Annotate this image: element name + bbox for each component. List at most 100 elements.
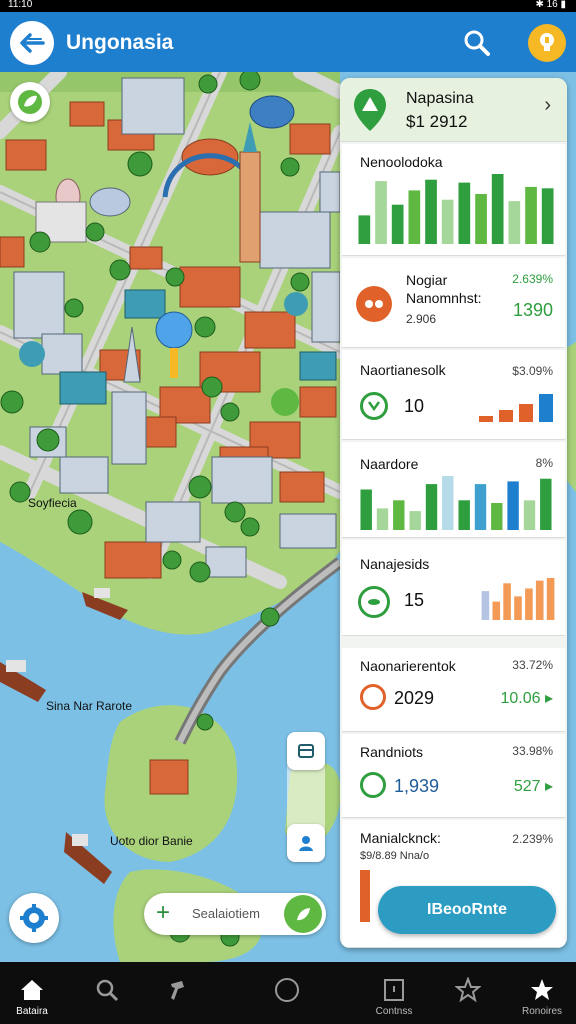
home-icon <box>18 976 46 1004</box>
bar <box>375 181 387 244</box>
stats-panel[interactable]: Napasina $1 2912 › Nenoolodoka Nogiar Na… <box>340 78 567 948</box>
map-label-district[interactable]: Soyfiecia <box>28 496 77 510</box>
bar <box>408 190 421 244</box>
bar <box>491 503 503 530</box>
bar <box>507 481 519 530</box>
nav-label: Ronoires <box>521 1006 563 1017</box>
map-pin-icon <box>354 89 386 131</box>
card-subtitle: Nanomnhst: <box>406 290 482 306</box>
nav-item-contracts[interactable]: Contnss <box>362 962 426 1024</box>
stat-card[interactable]: Naortianesolk $3.09% 10 <box>342 350 565 440</box>
map-layer-button[interactable] <box>10 82 50 122</box>
map-view-button[interactable] <box>287 732 325 770</box>
nav-item-center[interactable] <box>255 962 319 1024</box>
population-icon <box>356 286 392 322</box>
search-icon <box>464 30 490 56</box>
card-side-value: 10.06 ▸ <box>500 690 553 707</box>
card-big-value: 1,939 <box>394 776 440 796</box>
bar <box>474 484 487 530</box>
map-label-island[interactable]: Uoto dior Banie <box>110 834 193 848</box>
card-title: Naardore <box>360 456 419 472</box>
cycle-icon <box>360 772 386 798</box>
bar <box>481 591 490 620</box>
stat-card[interactable]: Randniots 33.98% 1,939 527 ▸ <box>342 734 565 818</box>
bar <box>535 580 544 620</box>
card-big-value: 1390 <box>512 300 553 320</box>
hammer-icon <box>166 976 194 1004</box>
bar-chart <box>360 476 552 530</box>
stat-card[interactable]: Nanajesids 15 <box>342 540 565 636</box>
page-title: Ungonasia <box>66 31 174 54</box>
bar <box>541 188 554 244</box>
eyes-icon <box>365 300 383 308</box>
action-button[interactable]: IBeooRnte <box>378 886 556 934</box>
bar <box>475 194 487 244</box>
locate-button[interactable] <box>287 824 325 862</box>
add-icon[interactable]: + <box>156 899 170 927</box>
star-outline-icon <box>454 976 482 1004</box>
nav-item-search[interactable] <box>75 962 139 1024</box>
bar <box>425 179 437 244</box>
card-side-value: 527 ▸ <box>513 778 553 795</box>
chevron-right-icon[interactable]: › <box>544 94 551 117</box>
leaf-icon <box>297 908 310 921</box>
card-subtitle: $9/8.89 Nna/o <box>360 850 430 862</box>
settings-button[interactable] <box>9 893 59 943</box>
nav-item-resources[interactable]: Ronoires <box>510 962 574 1024</box>
bar <box>393 500 405 530</box>
hint-button[interactable] <box>528 24 566 62</box>
card-title: Nanajesids <box>360 556 430 572</box>
bar <box>391 204 404 244</box>
map-search-label[interactable]: Sealaiotiem <box>192 906 260 921</box>
nav-label: Bataira <box>16 1006 48 1017</box>
gear-icon <box>20 904 48 932</box>
back-button[interactable] <box>10 21 54 65</box>
panel-city-value: $1 2912 <box>406 112 468 131</box>
bar <box>499 410 513 422</box>
bar <box>546 578 555 620</box>
bar <box>409 511 421 530</box>
card-percent: 2.639% <box>512 272 553 286</box>
layers-icon <box>298 744 314 758</box>
status-bar: 11:10 ✱ 16 ▮ <box>0 0 576 12</box>
nav-item-favorites[interactable] <box>436 962 500 1024</box>
card-title: Nogiar <box>406 272 448 288</box>
mini-bar <box>360 870 370 922</box>
stat-card[interactable]: Naardore 8% <box>342 442 565 538</box>
eco-button[interactable] <box>284 895 322 933</box>
bar <box>519 404 533 422</box>
bar <box>491 174 504 244</box>
map-label-harbor[interactable]: Sina Nar Rarote <box>46 699 132 713</box>
square-icon <box>380 976 408 1004</box>
card-title: Randniots <box>360 744 424 760</box>
card-big-value: 10 <box>404 396 425 416</box>
nav-item-build[interactable] <box>148 962 212 1024</box>
card-small-value: 2.906 <box>406 312 437 326</box>
bar <box>360 489 372 530</box>
nav-item-home[interactable]: Bataira <box>0 962 64 1024</box>
stat-card[interactable]: Nenoolodoka <box>342 144 565 256</box>
card-percent: $3.09% <box>512 364 553 378</box>
nav-label: Contnss <box>375 1006 413 1017</box>
panel-city-name: Napasina <box>406 90 474 107</box>
bar <box>358 215 371 244</box>
card-title: Naortianesolk <box>360 362 446 378</box>
eye-icon <box>358 586 390 618</box>
bar <box>458 500 470 530</box>
bar <box>442 476 454 530</box>
search-button[interactable] <box>460 26 494 60</box>
bar <box>508 201 521 244</box>
bar <box>525 186 537 244</box>
card-percent: 8% <box>535 456 553 470</box>
map-search-bar[interactable]: + Sealaiotiem <box>144 893 326 935</box>
bar <box>376 508 389 530</box>
person-icon <box>299 836 313 851</box>
card-big-value: 2029 <box>394 688 435 708</box>
stat-card[interactable]: Nogiar Nanomnhst: 2.906 2.639% 1390 <box>342 258 565 348</box>
stat-card[interactable]: Naonarierentok 33.72% 2029 10.06 ▸ <box>342 648 565 732</box>
panel-header[interactable]: Napasina $1 2912 › <box>340 78 567 142</box>
card-percent: 33.98% <box>512 744 553 758</box>
bar <box>441 199 454 244</box>
shield-icon <box>360 392 388 420</box>
card-big-value: 15 <box>404 590 425 610</box>
